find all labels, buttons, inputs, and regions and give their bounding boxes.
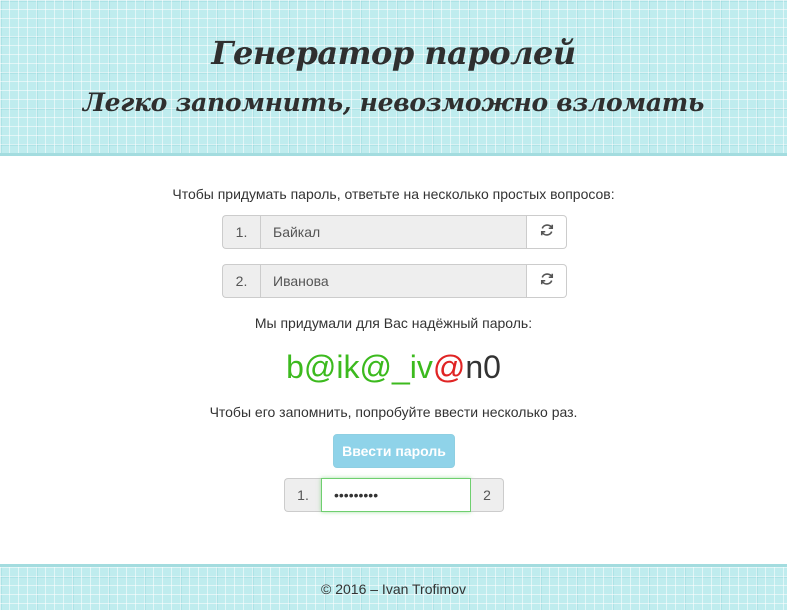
password-part-1: b@ik@_iv bbox=[286, 349, 433, 385]
question-1-group: 1. bbox=[222, 215, 567, 249]
enter-password-button[interactable]: Ввести пароль bbox=[333, 434, 455, 468]
password-part-3: n0 bbox=[465, 349, 501, 385]
page-title: Генератор паролей bbox=[211, 34, 576, 72]
question-2-group: 2. bbox=[222, 264, 567, 298]
question-2-number: 2. bbox=[222, 264, 260, 298]
question-2-refresh-button[interactable] bbox=[527, 264, 567, 298]
attempt-password-input[interactable] bbox=[321, 478, 471, 512]
practice-hint: Чтобы его запомнить, попробуйте ввести н… bbox=[209, 404, 578, 420]
question-2-answer-field[interactable] bbox=[260, 264, 527, 298]
page-subtitle: Легко запомнить, невозможно взломать bbox=[82, 88, 705, 117]
page-footer: © 2016 – Ivan Trofimov bbox=[321, 581, 466, 597]
refresh-icon bbox=[540, 223, 554, 242]
question-1-number: 1. bbox=[222, 215, 260, 249]
attempt-group: 1. 2 bbox=[284, 478, 504, 512]
questions-prompt: Чтобы придумать пароль, ответьте на неск… bbox=[172, 186, 615, 202]
refresh-icon bbox=[540, 272, 554, 291]
question-1-answer-field[interactable] bbox=[260, 215, 527, 249]
page-header: Генератор паролей Легко запомнить, невоз… bbox=[0, 0, 787, 152]
result-label: Мы придумали для Вас надёжный пароль: bbox=[254, 315, 533, 331]
attempt-number: 1. bbox=[284, 478, 321, 512]
generated-password: b@ik@_iv@n0 bbox=[0, 349, 787, 386]
question-1-refresh-button[interactable] bbox=[527, 215, 567, 249]
main-panel: Чтобы придумать пароль, ответьте на неск… bbox=[0, 153, 787, 567]
attempt-count: 2 bbox=[471, 478, 504, 512]
password-part-2: @ bbox=[432, 349, 466, 385]
